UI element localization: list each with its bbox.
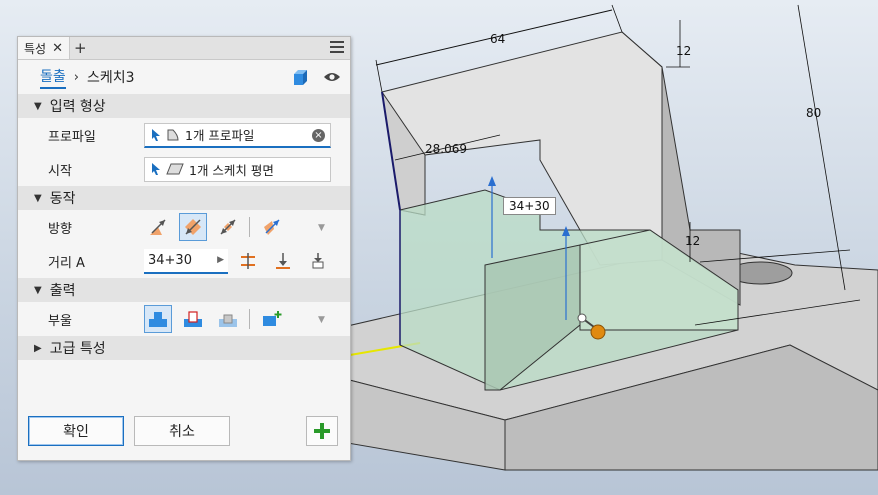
direction-symmetric-icon <box>220 219 236 235</box>
collapse-triangle-icon: ▼ <box>34 192 42 204</box>
plus-icon <box>314 423 330 439</box>
dim-width-top[interactable]: 64 <box>490 32 505 46</box>
distance-label: 거리 A <box>48 255 85 271</box>
new-solid-icon <box>263 311 282 326</box>
distance-to-button[interactable] <box>234 247 262 275</box>
extent-through-all-icon <box>312 253 324 269</box>
dim-overall-height[interactable]: 80 <box>806 106 821 120</box>
join-icon <box>149 312 167 327</box>
through-all-button[interactable] <box>304 247 332 275</box>
direction-flipped-button[interactable] <box>179 213 207 241</box>
distance-input[interactable]: 34+30 ▶ <box>144 248 228 274</box>
select-cursor-icon <box>152 163 160 175</box>
section-output[interactable]: ▼ 출력 <box>18 278 350 302</box>
apply-add-button[interactable] <box>306 416 338 446</box>
direction-asymmetric-icon <box>264 219 280 235</box>
extrude-value-box[interactable]: 34+30 <box>503 197 556 215</box>
profile-icon <box>167 129 179 140</box>
distance-value: 34+30 <box>148 252 192 268</box>
dim-offset[interactable]: 28.069 <box>425 142 467 156</box>
join-button[interactable] <box>144 305 172 333</box>
tab-label: 특성 <box>24 41 47 56</box>
direction-asymmetric-button[interactable] <box>258 213 286 241</box>
start-selector[interactable]: 1개 스케치 평면 <box>144 156 331 182</box>
hamburger-menu-icon[interactable] <box>330 41 344 56</box>
direction-default-icon <box>150 219 166 235</box>
section-title: 고급 특성 <box>49 341 106 357</box>
chevron-down-icon[interactable]: ▼ <box>318 315 325 325</box>
direction-row: 방향 ▼ <box>18 210 350 244</box>
start-value: 1개 스케치 평면 <box>189 162 274 178</box>
start-label: 시작 <box>48 163 72 179</box>
breadcrumb-feature[interactable]: 돌출 <box>40 66 66 89</box>
direction-symmetric-button[interactable] <box>214 213 242 241</box>
intersect-button[interactable] <box>214 305 242 333</box>
profile-row: 프로파일 1개 프로파일 × <box>18 118 350 152</box>
close-icon[interactable]: ✕ <box>52 41 63 56</box>
profile-selector[interactable]: 1개 프로파일 × <box>144 122 331 148</box>
collapse-triangle-icon: ▼ <box>34 284 42 296</box>
boolean-label: 부울 <box>48 313 72 329</box>
cut-button[interactable] <box>179 305 207 333</box>
profile-label: 프로파일 <box>48 129 96 145</box>
ok-button[interactable]: 확인 <box>28 416 124 446</box>
separator <box>249 309 250 329</box>
select-cursor-icon <box>152 128 160 141</box>
section-title: 입력 형상 <box>49 99 106 115</box>
breadcrumb-separator: › <box>73 69 79 85</box>
breadcrumb: 돌출 › 스케치3 <box>18 60 350 94</box>
cut-icon <box>184 311 202 327</box>
distance-row: 거리 A 34+30 ▶ <box>18 244 350 278</box>
to-face-button[interactable] <box>269 247 297 275</box>
extent-to-icon <box>276 253 290 269</box>
cube-icon[interactable] <box>292 69 310 87</box>
direction-label: 방향 <box>48 221 72 237</box>
chevron-right-icon[interactable]: ▶ <box>217 255 224 265</box>
chevron-down-icon[interactable]: ▼ <box>318 223 325 233</box>
section-title: 출력 <box>49 283 76 299</box>
direction-default-button[interactable] <box>144 213 172 241</box>
eye-icon[interactable] <box>323 71 341 83</box>
breadcrumb-sketch[interactable]: 스케치3 <box>87 67 135 87</box>
section-input-geometry[interactable]: ▼ 입력 형상 <box>18 94 350 118</box>
collapse-triangle-icon: ▼ <box>34 100 42 112</box>
separator <box>249 217 250 237</box>
start-row: 시작 1개 스케치 평면 <box>18 152 350 186</box>
add-tab-icon[interactable]: + <box>74 39 87 57</box>
section-advanced[interactable]: ▶ 고급 특성 <box>18 336 350 360</box>
dim-step-height[interactable]: 12 <box>685 234 700 248</box>
panel-tabbar: 특성 ✕ + <box>18 37 350 60</box>
extrude-drag-handle[interactable] <box>590 324 606 340</box>
extent-distance-icon <box>241 253 255 269</box>
expand-triangle-icon: ▶ <box>34 342 42 354</box>
properties-panel: 특성 ✕ + 돌출 › 스케치3 ▼ 입력 형상 프로파일 1개 프로파일 × <box>17 36 351 461</box>
cancel-button[interactable]: 취소 <box>134 416 230 446</box>
new-solid-button[interactable] <box>258 305 286 333</box>
drag-origin-handle[interactable] <box>577 313 587 323</box>
section-title: 동작 <box>49 191 76 207</box>
profile-value: 1개 프로파일 <box>185 128 255 143</box>
boolean-row: 부울 ▼ <box>18 302 350 336</box>
section-behavior[interactable]: ▼ 동작 <box>18 186 350 210</box>
tab-properties[interactable]: 특성 ✕ <box>18 37 70 59</box>
plane-icon <box>166 163 184 175</box>
dim-top-thickness[interactable]: 12 <box>676 44 691 58</box>
intersect-icon <box>219 314 237 327</box>
clear-selection-icon[interactable]: × <box>312 128 325 142</box>
direction-flipped-icon <box>185 219 201 235</box>
